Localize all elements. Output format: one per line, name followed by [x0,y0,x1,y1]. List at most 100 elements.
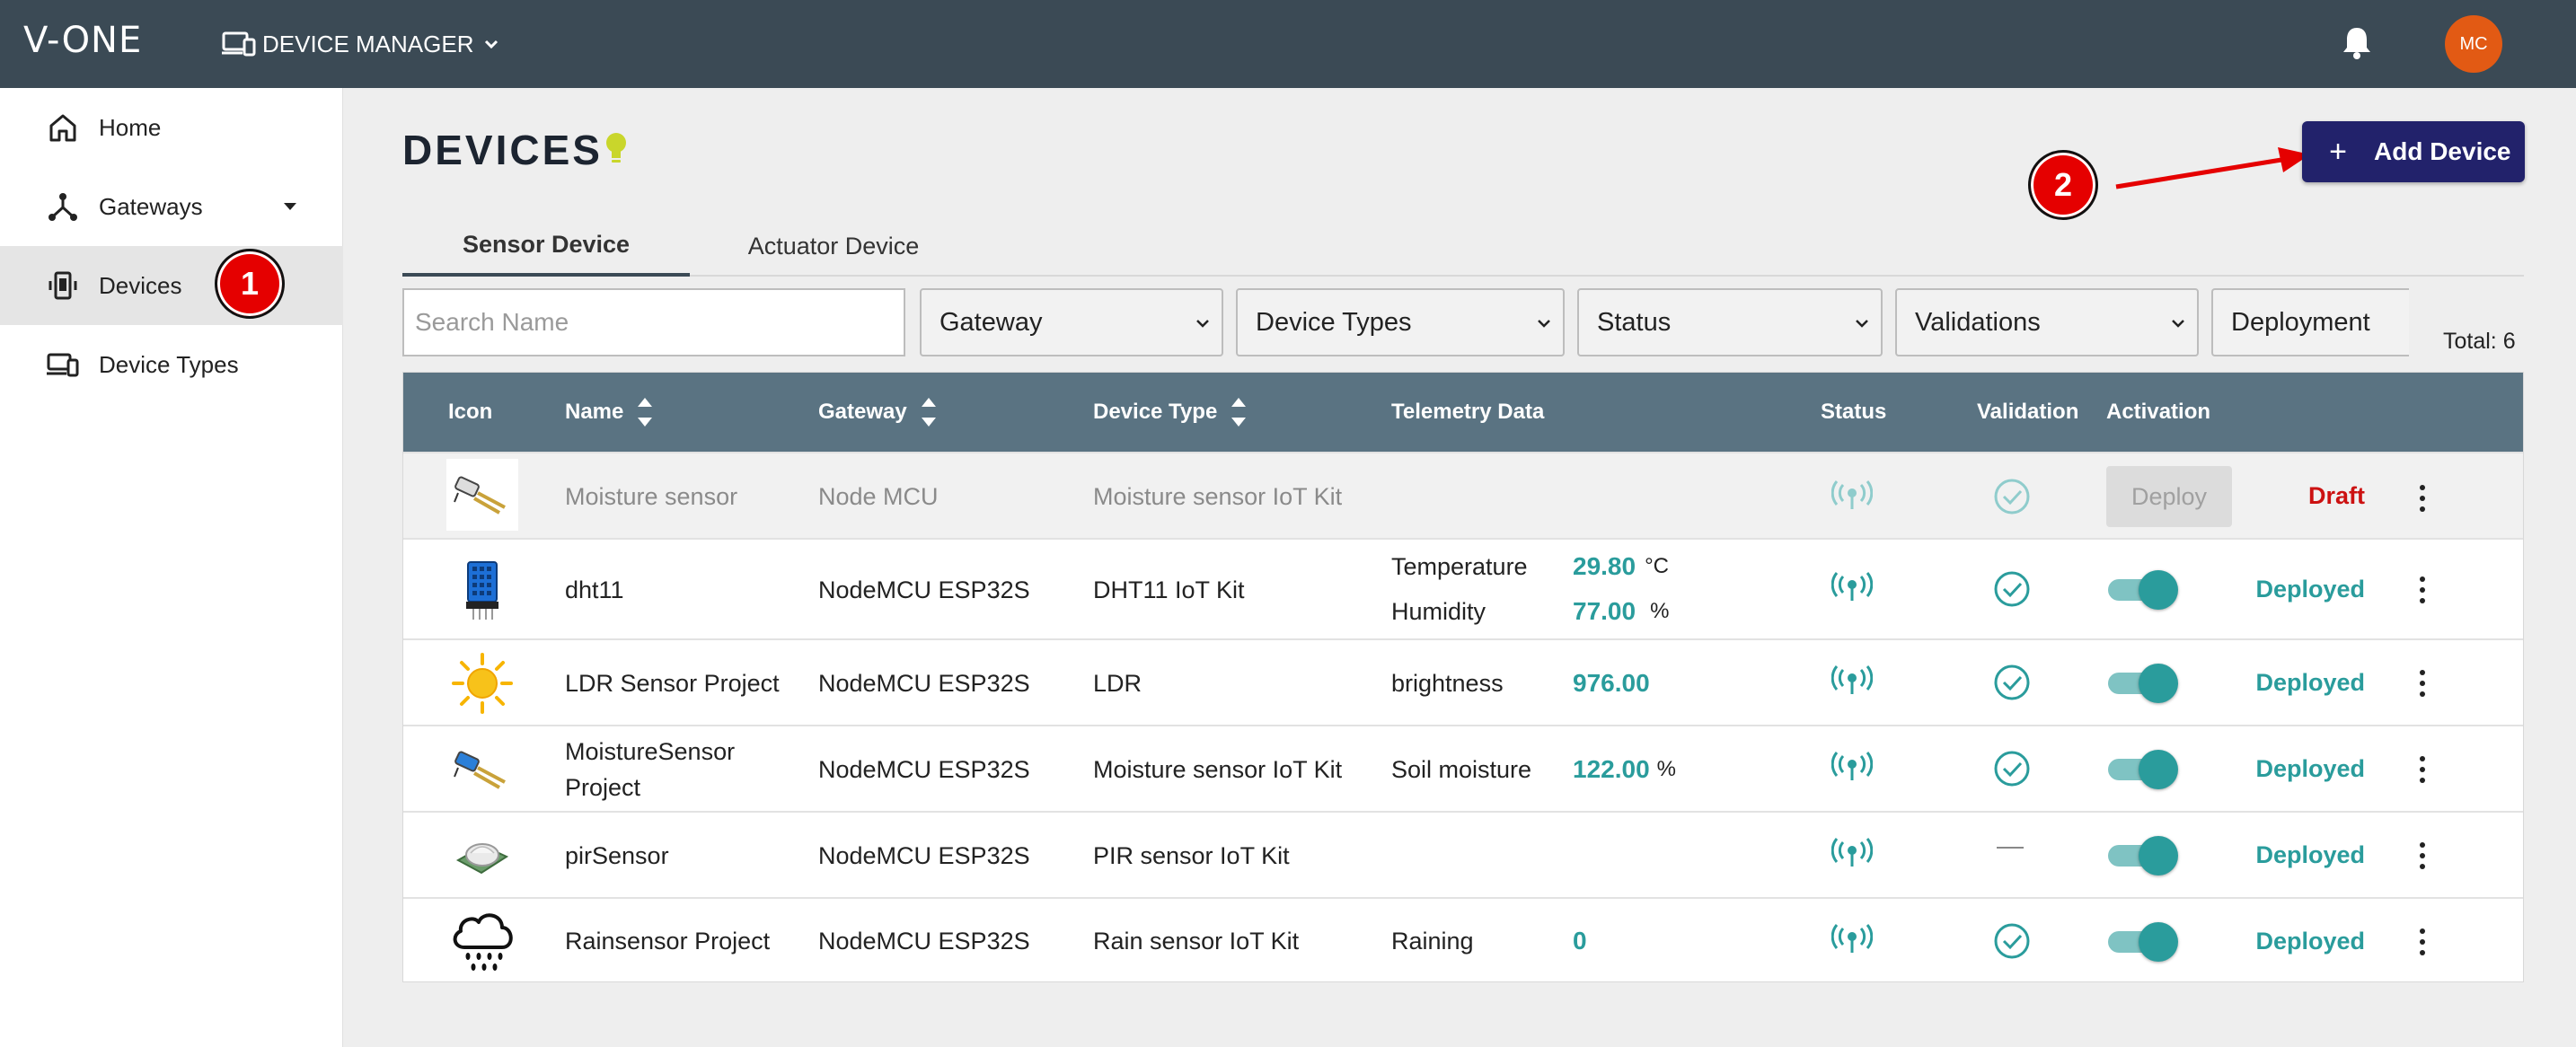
telemetry-value: 77.00 [1573,597,1636,625]
device-type: PIR sensor IoT Kit [1093,841,1290,869]
table-row[interactable]: Rainsensor Project NodeMCU ESP32S Rain s… [403,897,2523,981]
lightbulb-icon[interactable] [602,131,631,165]
sidebar-item-devices[interactable]: Devices [0,246,343,325]
chevron-down-icon [1856,320,1868,328]
validations-filter-label: Validations [1915,307,2041,337]
top-bar: V-ONE DEVICE MANAGER MC [0,0,2576,88]
header-gateway-label: Gateway [818,400,907,424]
device-name: Rainsensor Project [565,927,771,955]
sidebar-item-device-types[interactable]: Device Types [0,325,343,404]
device-type: DHT11 IoT Kit [1093,576,1245,603]
device-name: LDR Sensor Project [565,669,780,697]
sidebar: Home Gateways Devices Device Types [0,88,343,1047]
status-filter[interactable]: Status [1577,288,1883,356]
telemetry-label: Raining [1391,927,1474,955]
plus-icon: + [2329,134,2347,169]
device-manager-menu[interactable]: DEVICE MANAGER [221,29,501,59]
telemetry-value-group: 0 [1573,899,1587,983]
header-telemetry: Telemetry Data [1391,400,1545,424]
more-options-icon[interactable] [2417,928,2428,956]
activation-toggle[interactable] [2108,570,2178,610]
validation-check-icon [1994,571,2030,607]
chevron-down-icon [484,40,498,49]
add-device-label: Add Device [2374,137,2511,165]
activation-toggle[interactable] [2108,836,2178,875]
telemetry-label: brightness [1391,669,1504,697]
deployment-status: Deployed [2255,669,2365,696]
search-input[interactable] [402,288,905,356]
user-avatar[interactable]: MC [2445,15,2502,73]
telemetry-unit: % [1650,599,1670,623]
status-filter-label: Status [1597,307,1672,337]
telemetry-value-group: 77.00 % [1573,594,1669,629]
validations-filter[interactable]: Validations [1895,288,2199,356]
device-types-filter[interactable]: Device Types [1236,288,1565,356]
header-device-type[interactable]: Device Type [1093,373,1248,452]
validation-check-icon [1994,479,2030,515]
signal-status-icon [1831,665,1873,694]
device-types-icon [45,347,81,383]
table-row[interactable]: MoistureSensor Project NodeMCU ESP32S Mo… [403,725,2523,811]
sidebar-item-gateways[interactable]: Gateways [0,167,343,246]
sidebar-item-label: Device Types [99,350,239,378]
tab-actuator-device[interactable]: Actuator Device [690,216,977,277]
device-tabs: Sensor Device Actuator Device [402,216,2524,277]
add-device-button[interactable]: + Add Device [2302,121,2525,182]
gateway-filter[interactable]: Gateway [920,288,1223,356]
sort-icon[interactable] [636,394,654,430]
more-options-icon[interactable] [2417,576,2428,604]
deployment-status: Deployed [2255,928,2365,955]
table-row[interactable]: Moisture sensor Node MCU Moisture sensor… [403,452,2523,538]
callout-badge-2: 2 [2028,150,2098,220]
table-row[interactable]: pirSensor NodeMCU ESP32S PIR sensor IoT … [403,811,2523,897]
rain-cloud-icon [446,904,518,976]
table-header: Icon Name Gateway Device Type Telemetry … [403,373,2523,452]
device-gateway: NodeMCU ESP32S [818,755,1030,783]
sidebar-item-home[interactable]: Home [0,88,343,167]
device-name-line2: Project [565,773,641,801]
telemetry-label: Soil moisture [1391,755,1532,783]
more-options-icon[interactable] [2417,841,2428,870]
chevron-down-icon [2172,320,2184,328]
validation-none-dash [1997,847,2024,849]
notification-bell-icon[interactable] [2337,22,2377,62]
device-name: pirSensor [565,841,669,869]
page-title: DEVICES [402,127,603,173]
device-gateway: Node MCU [818,482,939,510]
caret-down-icon[interactable] [282,201,298,212]
table-row[interactable]: LDR Sensor Project NodeMCU ESP32S LDR br… [403,638,2523,725]
telemetry-value: 29.80 [1573,552,1636,580]
app-logo[interactable]: V-ONE [23,20,142,61]
more-options-icon[interactable] [2417,484,2428,513]
activation-toggle[interactable] [2108,750,2178,789]
more-options-icon[interactable] [2417,669,2428,698]
telemetry-unit: % [1656,757,1676,781]
header-gateway[interactable]: Gateway [818,373,938,452]
header-name-label: Name [565,400,624,424]
sort-icon[interactable] [920,394,938,430]
devices-icon [222,31,256,57]
telemetry-label: Temperature [1391,552,1528,580]
device-gateway: NodeMCU ESP32S [818,927,1030,955]
signal-status-icon [1831,572,1873,601]
devices-table: Icon Name Gateway Device Type Telemetry … [402,372,2524,982]
gateway-filter-label: Gateway [940,307,1043,337]
activation-toggle[interactable] [2108,664,2178,703]
sort-icon[interactable] [1230,394,1248,430]
table-row[interactable]: dht11 NodeMCU ESP32S DHT11 IoT Kit Tempe… [403,538,2523,638]
activation-toggle[interactable] [2108,922,2178,962]
more-options-icon[interactable] [2417,755,2428,784]
validation-check-icon [1994,923,2030,959]
device-manager-label: DEVICE MANAGER [262,30,474,57]
signal-status-icon [1831,480,1873,509]
deployment-filter[interactable]: Deployment [2211,288,2409,356]
header-name[interactable]: Name [565,373,654,452]
header-activation: Activation [2106,400,2211,424]
moisture-sensor-icon [446,459,518,531]
deploy-button[interactable]: Deploy [2106,466,2232,527]
telemetry-value-group: 976.00 [1573,640,1650,726]
header-device-type-label: Device Type [1093,400,1218,424]
sidebar-item-label: Home [99,113,162,141]
tab-sensor-device[interactable]: Sensor Device [402,216,690,277]
signal-status-icon [1831,838,1873,867]
